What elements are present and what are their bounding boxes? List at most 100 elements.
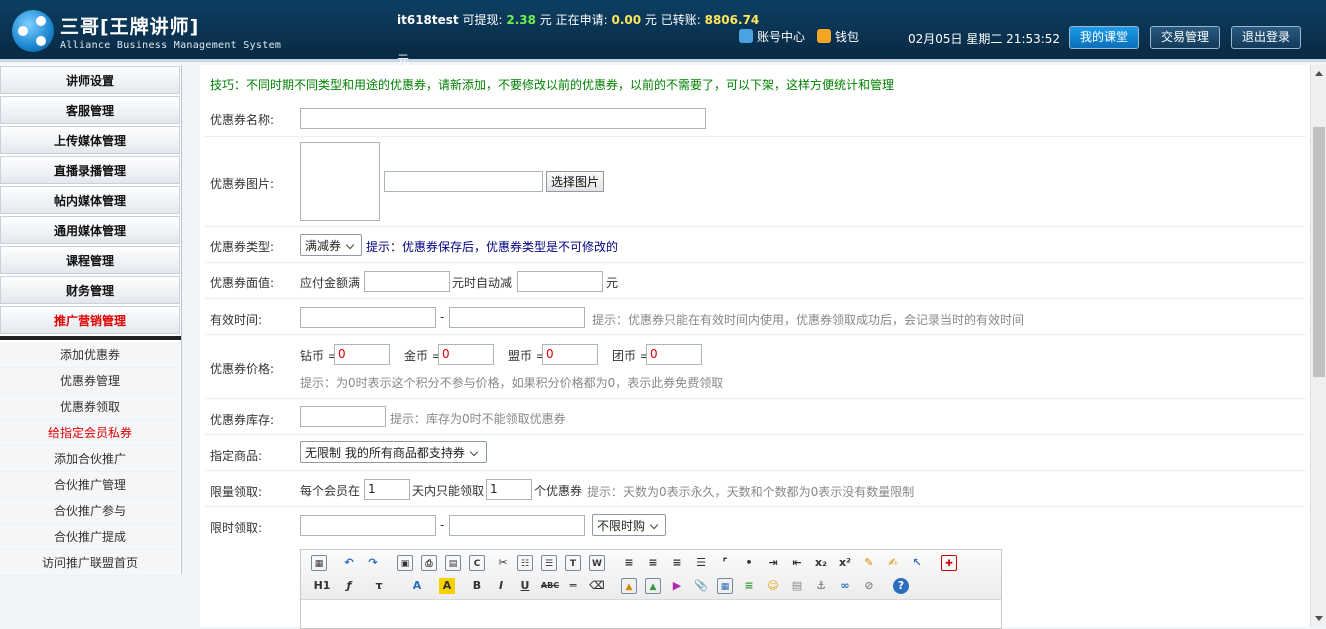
pointer-icon[interactable]: ↖ [909,555,925,571]
menu-item-teacher-settings[interactable]: 讲师设置 [0,66,180,94]
timed-start-input[interactable] [300,515,436,536]
coupon-type-select[interactable]: 满减券 [300,234,362,256]
menu-item-common-media[interactable]: 通用媒体管理 [0,216,180,244]
sub-item-add-coupon[interactable]: 添加优惠券 [0,342,180,368]
unlink-icon[interactable]: ⊘ [861,578,877,594]
heading-icon[interactable]: H1 [309,578,335,594]
sub-item-add-partner[interactable]: 添加合伙推广 [0,446,180,472]
strikethrough-icon[interactable]: ABC [539,578,561,594]
help-icon[interactable]: ? [893,578,909,594]
sub-item-partner-commission[interactable]: 合伙推广提成 [0,524,180,550]
scrollbar-thumb[interactable] [1313,127,1325,377]
chevron-down-icon [469,447,479,457]
trade-manage-button[interactable]: 交易管理 [1150,26,1221,49]
sub-item-union-home[interactable]: 访问推广联盟首页 [0,550,180,576]
underline-icon[interactable]: U [517,578,533,594]
video-icon[interactable]: ▶ [669,578,685,594]
select-all-icon[interactable]: ✍ [885,555,901,571]
face-discount-input[interactable] [517,271,603,292]
preview-icon[interactable]: ▣ [397,555,413,571]
attachment-icon[interactable]: 📎 [693,578,709,594]
scroll-up-icon[interactable] [1315,71,1323,76]
wallet-link[interactable]: 钱包 [817,28,859,45]
menu-item-upload-media[interactable]: 上传媒体管理 [0,126,180,154]
rich-text-editor[interactable]: ▦ ↶ ↷ ▣ ⎙ ▤ C ✂ ☷ ☰ T W ≡ ≡ ≡ ☰ ⌜ • ⇥ ⇤ … [300,549,1002,629]
face-threshold-input[interactable] [364,271,450,292]
limit-count-input[interactable]: 1 [486,479,532,500]
logout-button[interactable]: 退出登录 [1231,26,1302,49]
eraser-icon[interactable]: ⌫ [589,578,605,594]
valid-start-input[interactable] [300,307,436,328]
anchor-icon[interactable]: ⚓ [813,578,829,594]
scroll-down-icon[interactable] [1315,616,1323,621]
sub-item-partner-join[interactable]: 合伙推广参与 [0,498,180,524]
group-coin-input[interactable]: 0 [646,344,702,365]
cut-icon[interactable]: ✂ [495,555,511,571]
font-color-icon[interactable]: A [409,578,425,594]
align-right-icon[interactable]: ≡ [669,555,685,571]
pagebreak-icon[interactable]: ▤ [789,578,805,594]
justify-icon[interactable]: ☰ [693,555,709,571]
image-icon[interactable]: ▲ [621,578,637,594]
source-icon[interactable]: ▦ [311,555,327,571]
undo-icon[interactable]: ↶ [341,555,357,571]
coupon-stock-input[interactable] [300,406,386,427]
unordered-list-icon[interactable]: • [741,555,757,571]
alliance-coin-input[interactable]: 0 [542,344,598,365]
choose-image-button[interactable]: 选择图片 [546,171,605,192]
insert-row-icon[interactable]: ≡ [741,578,757,594]
align-left-icon[interactable]: ≡ [621,555,637,571]
menu-item-service[interactable]: 客服管理 [0,96,180,124]
copy-icon[interactable]: ☷ [517,555,533,571]
fullscreen-icon[interactable]: ✚ [941,555,957,571]
font-size-icon[interactable]: τ [371,578,387,594]
subscript-icon[interactable]: x₂ [813,555,829,571]
font-family-icon[interactable]: ƒ [341,578,357,594]
link-icon[interactable]: ∞ [837,578,853,594]
timed-select[interactable]: 不限时购 [592,514,666,536]
paste-icon[interactable]: ☰ [541,555,557,571]
print-icon[interactable]: ⎙ [421,555,437,571]
clear-format-icon[interactable]: ✎ [861,555,877,571]
logo-subtitle: Alliance Business Management System [60,40,282,51]
account-center-link[interactable]: 账号中心 [739,28,805,45]
multi-image-icon[interactable]: ▲ [645,578,661,594]
redo-icon[interactable]: ↷ [365,555,381,571]
timed-end-input[interactable] [449,515,585,536]
align-center-icon[interactable]: ≡ [645,555,661,571]
coupon-name-input[interactable] [300,108,706,129]
menu-item-course[interactable]: 课程管理 [0,246,180,274]
code-icon[interactable]: C [469,555,485,571]
goods-select[interactable]: 无限制 我的所有商品都支持券 [300,441,487,463]
logo-icon [12,10,54,52]
paste-word-icon[interactable]: W [589,555,605,571]
menu-item-promotion[interactable]: 推广营销管理 [0,306,180,334]
outdent-icon[interactable]: ⇤ [789,555,805,571]
coupon-image-path-input[interactable] [384,171,543,192]
menu-item-finance[interactable]: 财务管理 [0,276,180,304]
italic-icon[interactable]: I [493,578,509,594]
template-icon[interactable]: ▤ [445,555,461,571]
gold-coin-input[interactable]: 0 [438,344,494,365]
sub-item-partner-manage[interactable]: 合伙推广管理 [0,472,180,498]
diamond-coin-input[interactable]: 0 [334,344,390,365]
limit-days-input[interactable]: 1 [364,479,410,500]
valid-end-input[interactable] [449,307,585,328]
hr-icon[interactable]: ═ [565,578,581,594]
page-scrollbar[interactable] [1310,65,1326,627]
paste-text-icon[interactable]: T [565,555,581,571]
ordered-list-icon[interactable]: ⌜ [717,555,733,571]
menu-item-live[interactable]: 直播录播管理 [0,156,180,184]
transferred-value: 8806.74 [704,13,760,27]
highlight-icon[interactable]: A [439,578,455,594]
sub-item-private-coupon[interactable]: 给指定会员私券 [0,420,180,446]
menu-item-post-media[interactable]: 帖内媒体管理 [0,186,180,214]
my-class-button[interactable]: 我的课堂 [1069,26,1140,49]
emoticon-icon[interactable]: ☺ [765,578,781,594]
indent-icon[interactable]: ⇥ [765,555,781,571]
table-icon[interactable]: ▦ [717,578,733,594]
sub-item-coupon-manage[interactable]: 优惠券管理 [0,368,180,394]
superscript-icon[interactable]: x² [837,555,853,571]
bold-icon[interactable]: B [469,578,485,594]
sub-item-coupon-receive[interactable]: 优惠券领取 [0,394,180,420]
